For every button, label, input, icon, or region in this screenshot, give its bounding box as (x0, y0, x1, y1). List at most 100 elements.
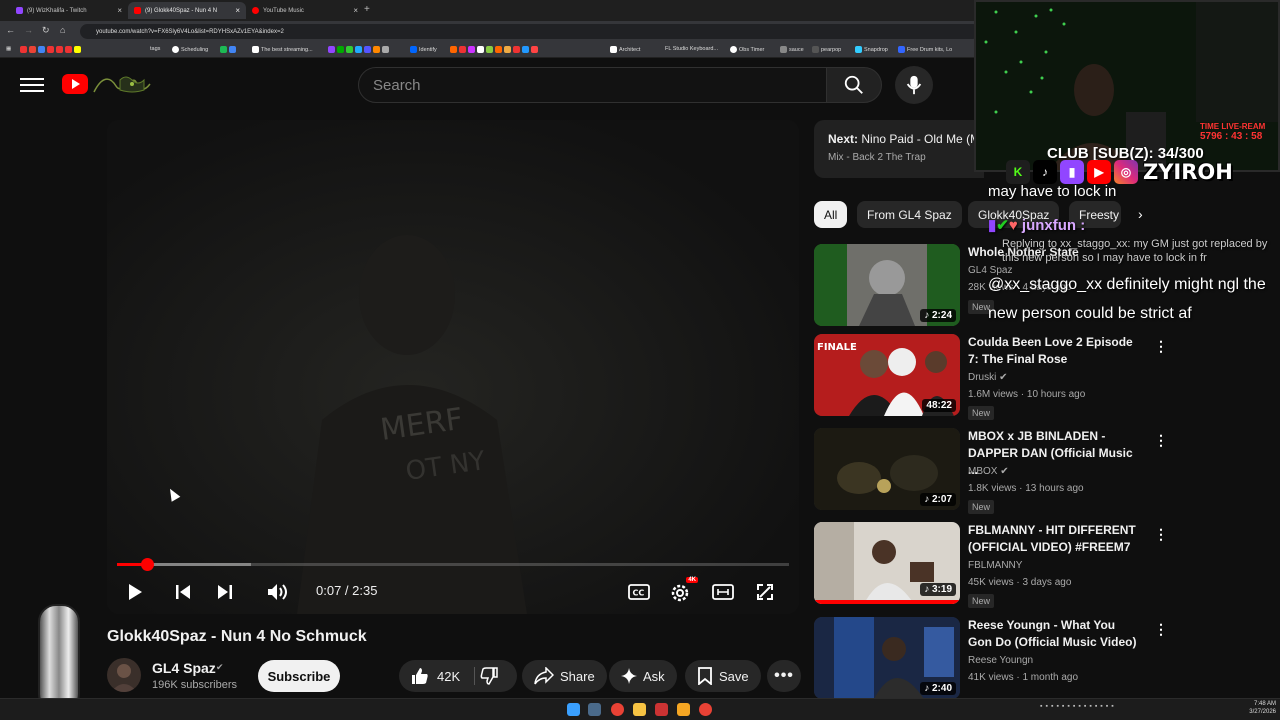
more-actions-button[interactable]: ••• (767, 660, 801, 692)
menu-icon[interactable] (20, 74, 44, 96)
play-button[interactable] (122, 579, 148, 605)
thumbs-up-icon (412, 668, 428, 684)
video-thumbnail[interactable]: ♪ 2:40 (814, 617, 960, 699)
bookmark-item[interactable]: sauce (780, 46, 804, 53)
chrome-icon[interactable] (611, 703, 624, 716)
subscribe-button[interactable]: Subscribe (258, 660, 340, 692)
recommendation-title[interactable]: Coulda Been Love 2 Episode 7: The Final … (968, 334, 1140, 368)
bookmark-item[interactable]: Free Drum kits, Lo (898, 46, 952, 53)
recommendation-title[interactable]: Reese Youngn - What You Gon Do (Official… (968, 617, 1140, 651)
video-title: Glokk40Spaz - Nun 4 No Schmuck (107, 628, 367, 645)
back-icon[interactable]: ← (6, 25, 15, 35)
system-tray-icons[interactable]: ▪▪▪▪▪▪▪▪▪▪▪▪▪▪ (1040, 703, 1117, 710)
more-vertical-icon[interactable]: ⋮ (1154, 432, 1168, 449)
recommendation-item[interactable]: ♪ 2:40 Reese Youngn - What You Gon Do (O… (814, 617, 1280, 699)
bookmark-item[interactable]: Snapdrop (855, 46, 888, 53)
reload-icon[interactable]: ↻ (42, 25, 50, 36)
fl-studio-icon[interactable] (677, 703, 690, 716)
recommendation-item[interactable]: ♪ 3:19 FBLMANNY - HIT DIFFERENT (OFFICIA… (814, 522, 1280, 608)
tab-title: (9) WizKhalifa - Twitch (27, 7, 87, 14)
file-explorer-icon[interactable] (633, 703, 646, 716)
ask-label: Ask (643, 668, 665, 684)
bookmark-item[interactable]: pearpop (812, 46, 841, 53)
close-icon[interactable]: × (235, 6, 240, 15)
fullscreen-button[interactable] (752, 579, 778, 605)
subscriber-count: 196K subscribers (152, 679, 237, 691)
settings-button[interactable]: 4K (668, 577, 698, 605)
windows-start-icon[interactable] (567, 703, 580, 716)
save-button[interactable]: Save (685, 660, 761, 692)
more-vertical-icon[interactable]: ⋮ (1154, 526, 1168, 543)
volume-button[interactable] (265, 579, 291, 605)
close-icon[interactable]: × (353, 6, 358, 15)
recommendation-channel[interactable]: Reese Youngn (968, 655, 1033, 666)
dislike-button[interactable] (480, 667, 498, 690)
url-text: youtube.com/watch?v=FX6Sly6V4Lo&list=RDY… (96, 28, 284, 35)
duration-badge: ♪ 2:40 (920, 682, 956, 695)
previous-icon (176, 585, 190, 599)
search-button[interactable] (826, 67, 882, 103)
more-vertical-icon[interactable]: ⋮ (1154, 621, 1168, 638)
taskbar-clock[interactable]: 7:48 AM 3/27/2026 (1234, 700, 1276, 716)
more-vertical-icon[interactable]: ⋮ (1154, 338, 1168, 355)
channel-name[interactable]: GL4 Spaz (152, 660, 216, 676)
chip-all[interactable]: All (814, 201, 848, 228)
share-button[interactable]: Share (522, 660, 607, 692)
browser-tab-active[interactable]: (9) Glokk40Spaz - Nun 4 N × (128, 2, 246, 19)
address-bar[interactable]: youtube.com/watch?v=FX6Sly6V4Lo&list=RDY… (80, 24, 980, 39)
gear-icon (671, 584, 689, 602)
bookmark-item[interactable]: FL Studio Keyboard... (665, 46, 718, 52)
video-thumbnail[interactable]: ♪ 2:07 (814, 428, 960, 510)
bookmark-item[interactable]: tags (150, 46, 160, 52)
video-thumbnail[interactable]: ♪ 2:24 (814, 244, 960, 326)
theater-icon (712, 584, 734, 600)
recommendation-channel[interactable]: FBLMANNY (968, 560, 1022, 571)
ask-button[interactable]: Ask (609, 660, 677, 692)
bookmark-item[interactable]: Architect (610, 46, 640, 53)
sparkle-icon (621, 668, 637, 684)
time-display: 0:07 / 2:35 (316, 583, 378, 598)
duration-badge: ♪ 3:19 (920, 583, 956, 596)
forward-icon[interactable]: → (24, 25, 33, 35)
channel-avatar[interactable] (107, 658, 141, 692)
bookmark-item[interactable]: Scheduling (172, 46, 208, 53)
recommendation-channel[interactable]: MBOX ✔ (968, 466, 1009, 477)
captions-button[interactable]: CC (626, 579, 652, 605)
like-count: 42K (437, 668, 461, 684)
chevron-right-icon[interactable]: › (1138, 206, 1143, 222)
video-thumbnail[interactable]: ♪ 3:19 (814, 522, 960, 604)
app-icon[interactable] (655, 703, 668, 716)
recommendation-meta: 45K views · 3 days ago (968, 577, 1072, 588)
up-next-card[interactable]: Next: Nino Paid - Old Me (M Mix - Back 2… (814, 120, 984, 178)
browser-tab[interactable]: YouTube Music × (246, 2, 364, 19)
duration-badge: 48:22 (922, 399, 956, 412)
previous-button[interactable] (170, 579, 196, 605)
bookmark-item[interactable]: Obs Timer (730, 46, 764, 53)
new-tab-button[interactable]: + (364, 4, 370, 15)
youtube-logo[interactable] (62, 74, 88, 94)
search-icon (844, 75, 863, 94)
home-icon[interactable]: ⌂ (60, 25, 65, 35)
close-icon[interactable]: × (117, 6, 122, 15)
streamer-handle: ZYIROH (1143, 160, 1233, 184)
recommendation-item[interactable]: FINALE 48:22 Coulda Been Love 2 Episode … (814, 334, 1280, 420)
theater-mode-button[interactable] (710, 579, 736, 605)
bookmark-item[interactable]: Identify (410, 46, 437, 53)
chrome-icon[interactable] (699, 703, 712, 716)
recommendation-channel[interactable]: Druski ✔ (968, 372, 1008, 383)
chip-from-channel[interactable]: From GL4 Spaz (857, 201, 962, 228)
video-thumbnail[interactable]: FINALE 48:22 (814, 334, 960, 416)
bookmark-item[interactable]: The best streaming... (252, 46, 313, 53)
new-badge: New (968, 500, 995, 514)
like-button[interactable]: 42K (411, 667, 460, 685)
voice-search-button[interactable] (895, 66, 933, 104)
browser-tab[interactable]: (9) WizKhalifa - Twitch × (10, 2, 128, 19)
recommendation-item[interactable]: ♪ 2:07 MBOX x JB BINLADEN - DAPPER DAN (… (814, 428, 1280, 514)
apps-icon[interactable]: ▦ (6, 46, 11, 52)
video-player[interactable]: MERF OT NY 0:07 / 2:35 CC 4K (107, 120, 799, 614)
recommendation-title[interactable]: FBLMANNY - HIT DIFFERENT (OFFICIAL VIDEO… (968, 522, 1140, 556)
search-input[interactable]: Search (358, 67, 827, 103)
next-button[interactable] (212, 579, 238, 605)
task-view-icon[interactable] (588, 703, 601, 716)
progress-bar[interactable] (117, 558, 789, 571)
